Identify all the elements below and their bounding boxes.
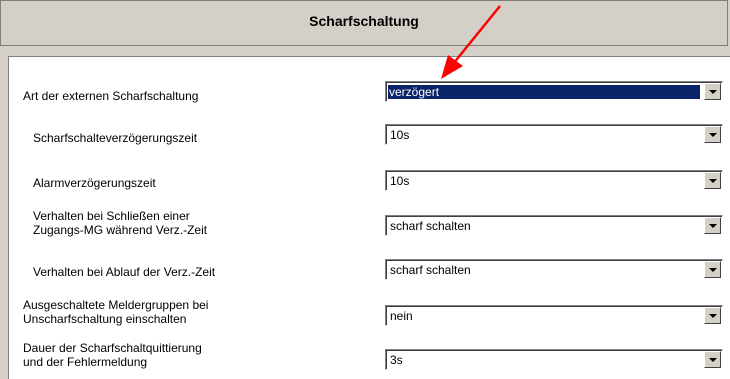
chevron-down-icon (709, 90, 717, 94)
select-value: verzögert (387, 84, 701, 100)
parameter-panel: Art der externen Scharfschaltung verzöge… (8, 56, 730, 379)
label-art-scharfschaltung: Art der externen Scharfschaltung (23, 89, 199, 103)
select-value: 10s (390, 174, 410, 188)
chevron-down-icon (709, 268, 717, 272)
label-line: Verhalten bei Schließen einer (33, 209, 190, 223)
label-line: und der Fehlermeldung (23, 355, 148, 369)
select-art-scharfschaltung[interactable]: verzögert (385, 81, 723, 102)
label-line: Dauer der Scharfschaltquittierung (23, 341, 202, 355)
select-value: 10s (390, 128, 410, 142)
select-value: nein (390, 309, 413, 323)
dropdown-button[interactable] (704, 217, 721, 234)
chevron-down-icon (709, 224, 717, 228)
dropdown-button[interactable] (704, 83, 721, 100)
select-alarmverzoegerungszeit[interactable]: 10s (385, 170, 723, 191)
chevron-down-icon (709, 358, 717, 362)
label-line: Zugangs-MG während Verz.-Zeit (33, 223, 208, 237)
dropdown-button[interactable] (704, 126, 721, 143)
dropdown-button[interactable] (704, 172, 721, 189)
dropdown-button[interactable] (704, 307, 721, 324)
label-alarmverzoegerungszeit: Alarmverzögerungszeit (33, 176, 156, 190)
select-value: scharf schalten (390, 219, 471, 233)
label-ausgeschaltete-meldergruppen: Ausgeschaltete Meldergruppen bei Unschar… (23, 298, 208, 326)
dropdown-button[interactable] (704, 351, 721, 368)
select-dauer-scharfschaltquittierung[interactable]: 3s (385, 349, 723, 370)
page-title: Scharfschaltung (309, 13, 419, 29)
dialog-header: Scharfschaltung (0, 0, 728, 46)
label-line: Unscharfschaltung einschalten (23, 312, 187, 326)
label-scharfschalteverzoegerungszeit: Scharfschalteverzögerungszeit (33, 131, 198, 145)
select-value: 3s (390, 353, 403, 367)
label-verhalten-schliessen: Verhalten bei Schließen einer Zugangs-MG… (33, 209, 207, 237)
label-line: Ausgeschaltete Meldergruppen bei (23, 298, 209, 312)
dropdown-button[interactable] (704, 261, 721, 278)
select-verhalten-ablauf[interactable]: scharf schalten (385, 259, 723, 280)
select-verhalten-schliessen[interactable]: scharf schalten (385, 215, 723, 236)
select-scharfschalteverzoegerungszeit[interactable]: 10s (385, 124, 723, 145)
chevron-down-icon (709, 179, 717, 183)
chevron-down-icon (709, 314, 717, 318)
select-value: scharf schalten (390, 263, 471, 277)
label-verhalten-ablauf: Verhalten bei Ablauf der Verz.-Zeit (33, 265, 216, 279)
select-ausgeschaltete-meldergruppen[interactable]: nein (385, 305, 723, 326)
chevron-down-icon (709, 133, 717, 137)
label-dauer-scharfschaltquittierung: Dauer der Scharfschaltquittierung und de… (23, 341, 202, 369)
